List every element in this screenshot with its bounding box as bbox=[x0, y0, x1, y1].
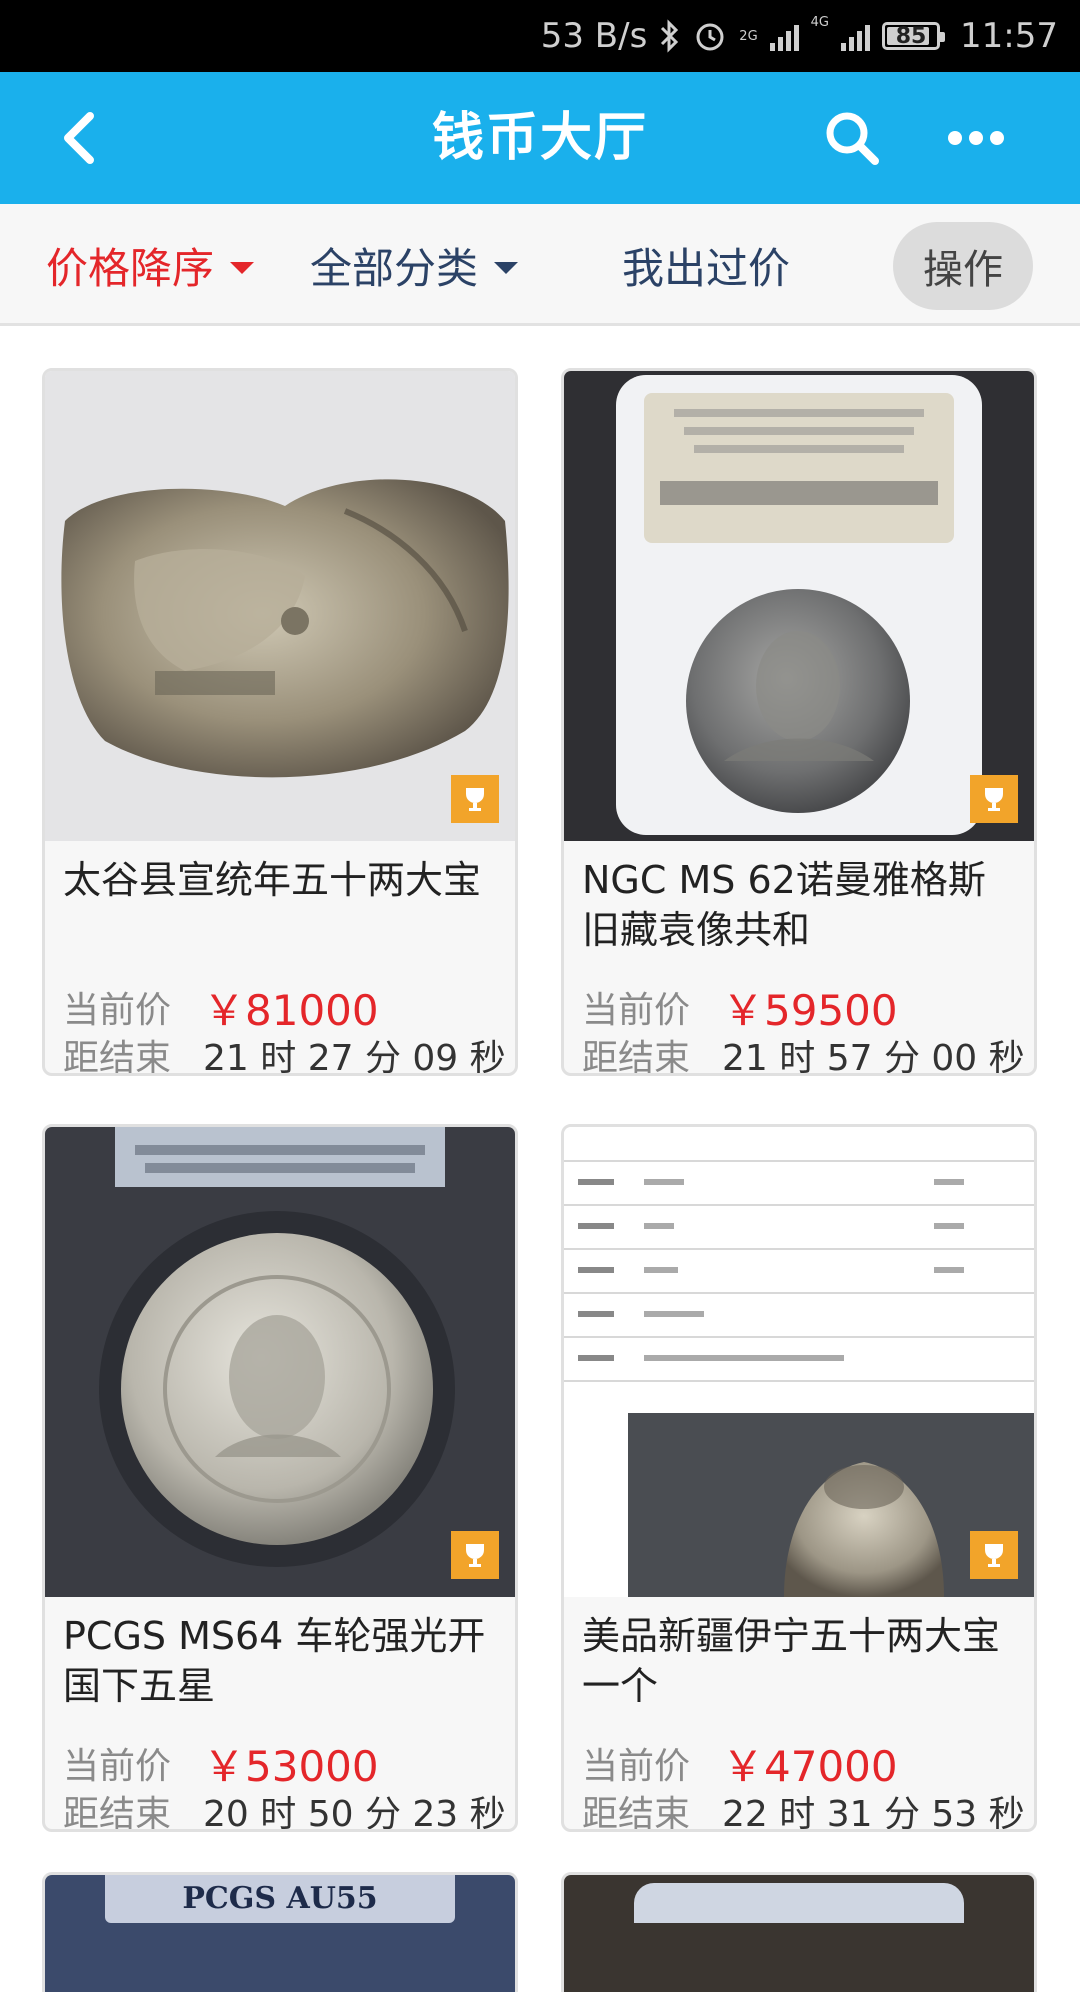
auction-card[interactable]: 美品新疆伊宁五十两大宝一个 当前价 ￥47000 距结束 22 时 31 分 5… bbox=[561, 1124, 1037, 1832]
category-filter-label: 全部分类 bbox=[310, 243, 479, 293]
sort-filter[interactable]: 价格降序 bbox=[46, 204, 255, 326]
bluetooth-icon bbox=[659, 16, 681, 56]
more-button[interactable] bbox=[940, 102, 1012, 174]
countdown: 20 时 50 分 23 秒 bbox=[203, 1794, 506, 1832]
status-bar: 53 B/s 2G 4G 85 11:57 bbox=[0, 0, 1080, 72]
more-icon bbox=[948, 131, 962, 145]
my-bids-label: 我出过价 bbox=[622, 243, 791, 293]
operate-button[interactable]: 操作 bbox=[893, 222, 1033, 310]
network-2g-label: 2G bbox=[739, 28, 758, 44]
back-button[interactable] bbox=[40, 100, 116, 176]
slabbed-coin-photo bbox=[564, 371, 1034, 841]
trophy-icon bbox=[970, 1531, 1018, 1579]
current-price-label: 当前价 bbox=[582, 990, 691, 1031]
slab-label: PCGS AU55 bbox=[105, 1875, 455, 1923]
current-price-label: 当前价 bbox=[63, 990, 172, 1031]
app-header: 钱币大厅 bbox=[0, 72, 1080, 204]
trophy-icon bbox=[451, 775, 499, 823]
net-speed: 53 B/s bbox=[540, 16, 648, 56]
price-row: 当前价 ￥47000 bbox=[582, 1739, 898, 1791]
time-left-label: 距结束 bbox=[63, 1038, 172, 1076]
time-row: 距结束 21 时 57 分 00 秒 bbox=[582, 1031, 1025, 1076]
price-row: 当前价 ￥53000 bbox=[63, 1739, 379, 1791]
clock: 11:57 bbox=[960, 16, 1058, 56]
back-arrow-icon bbox=[64, 112, 94, 164]
auction-card[interactable]: PCGS MS64 车轮强光开国下五星 当前价 ￥53000 距结束 20 时 … bbox=[42, 1124, 518, 1832]
time-left-label: 距结束 bbox=[582, 1794, 691, 1832]
auction-card[interactable]: 太谷县宣统年五十两大宝 当前价 ￥81000 距结束 21 时 27 分 09 … bbox=[42, 368, 518, 1076]
auction-item-grid: 太谷县宣统年五十两大宝 当前价 ￥81000 距结束 21 时 27 分 09 … bbox=[0, 326, 1080, 1992]
countdown: 22 时 31 分 53 秒 bbox=[722, 1794, 1025, 1832]
current-price-label: 当前价 bbox=[63, 1746, 172, 1787]
category-filter[interactable]: 全部分类 bbox=[310, 204, 519, 326]
trophy-icon bbox=[451, 1531, 499, 1579]
current-price-label: 当前价 bbox=[582, 1746, 691, 1787]
countdown: 21 时 57 分 00 秒 bbox=[722, 1038, 1025, 1076]
item-title: NGC MS 62诺曼雅格斯旧藏袁像共和 bbox=[582, 858, 986, 952]
auction-card[interactable] bbox=[561, 1872, 1037, 1992]
search-icon bbox=[826, 112, 879, 165]
page-title: 钱币大厅 bbox=[431, 108, 648, 168]
network-4g-label: 4G bbox=[810, 15, 830, 30]
filter-bar: 价格降序 全部分类 我出过价 操作 bbox=[0, 204, 1080, 326]
item-title: PCGS MS64 车轮强光开国下五星 bbox=[63, 1614, 486, 1708]
silver-ingot-photo bbox=[45, 371, 515, 841]
price-row: 当前价 ￥81000 bbox=[63, 983, 379, 1035]
time-row: 距结束 20 时 50 分 23 秒 bbox=[63, 1787, 506, 1832]
search-button[interactable] bbox=[816, 102, 888, 174]
item-title: 美品新疆伊宁五十两大宝一个 bbox=[582, 1614, 1001, 1708]
countdown: 21 时 27 分 09 秒 bbox=[203, 1038, 506, 1076]
slab-label bbox=[634, 1883, 964, 1923]
time-row: 距结束 21 时 27 分 09 秒 bbox=[63, 1031, 506, 1076]
signal-icon bbox=[769, 21, 799, 51]
price-row: 当前价 ￥59500 bbox=[582, 983, 898, 1035]
time-left-label: 距结束 bbox=[63, 1794, 172, 1832]
caret-down-icon bbox=[230, 262, 255, 274]
my-bids-filter[interactable]: 我出过价 bbox=[622, 204, 790, 326]
auction-card[interactable]: PCGS AU55 bbox=[42, 1872, 518, 1992]
auction-card[interactable]: NGC MS 62诺曼雅格斯旧藏袁像共和 当前价 ￥59500 距结束 21 时… bbox=[561, 368, 1037, 1076]
time-left-label: 距结束 bbox=[582, 1038, 691, 1076]
certificate-and-ingot-photo bbox=[564, 1127, 1034, 1597]
time-row: 距结束 22 时 31 分 53 秒 bbox=[582, 1787, 1025, 1832]
battery-icon: 85 bbox=[882, 22, 946, 50]
caret-down-icon bbox=[494, 262, 519, 274]
item-title: 太谷县宣统年五十两大宝 bbox=[63, 858, 482, 902]
sort-filter-label: 价格降序 bbox=[46, 243, 215, 293]
slabbed-coin-photo bbox=[45, 1127, 515, 1597]
trophy-icon bbox=[970, 775, 1018, 823]
signal-icon bbox=[841, 21, 871, 51]
alarm-icon bbox=[693, 16, 727, 56]
